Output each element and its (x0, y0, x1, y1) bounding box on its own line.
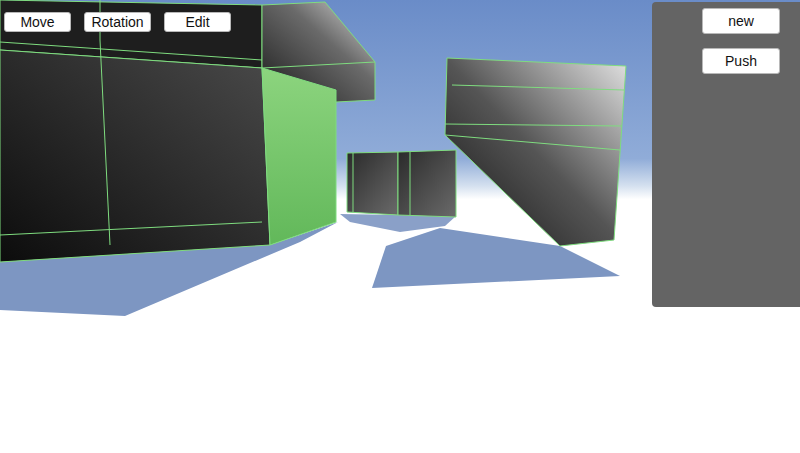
toolbar: Move Rotation Edit (4, 12, 231, 32)
toolbar-button[interactable]: Edit (164, 12, 231, 32)
toolbar-button[interactable]: Move (4, 12, 71, 32)
left-box[interactable] (0, 0, 375, 262)
side-panel: new Push (652, 2, 800, 307)
editor-screen: Move Rotation Edit new Push (0, 0, 800, 453)
panel-button[interactable]: Push (702, 48, 780, 74)
small-boxes[interactable] (347, 150, 456, 217)
toolbar-button[interactable]: Rotation (84, 12, 151, 32)
sky-ground (0, 0, 800, 453)
right-box[interactable] (445, 58, 626, 246)
selected-face (262, 68, 336, 245)
panel-button[interactable]: new (702, 8, 780, 34)
